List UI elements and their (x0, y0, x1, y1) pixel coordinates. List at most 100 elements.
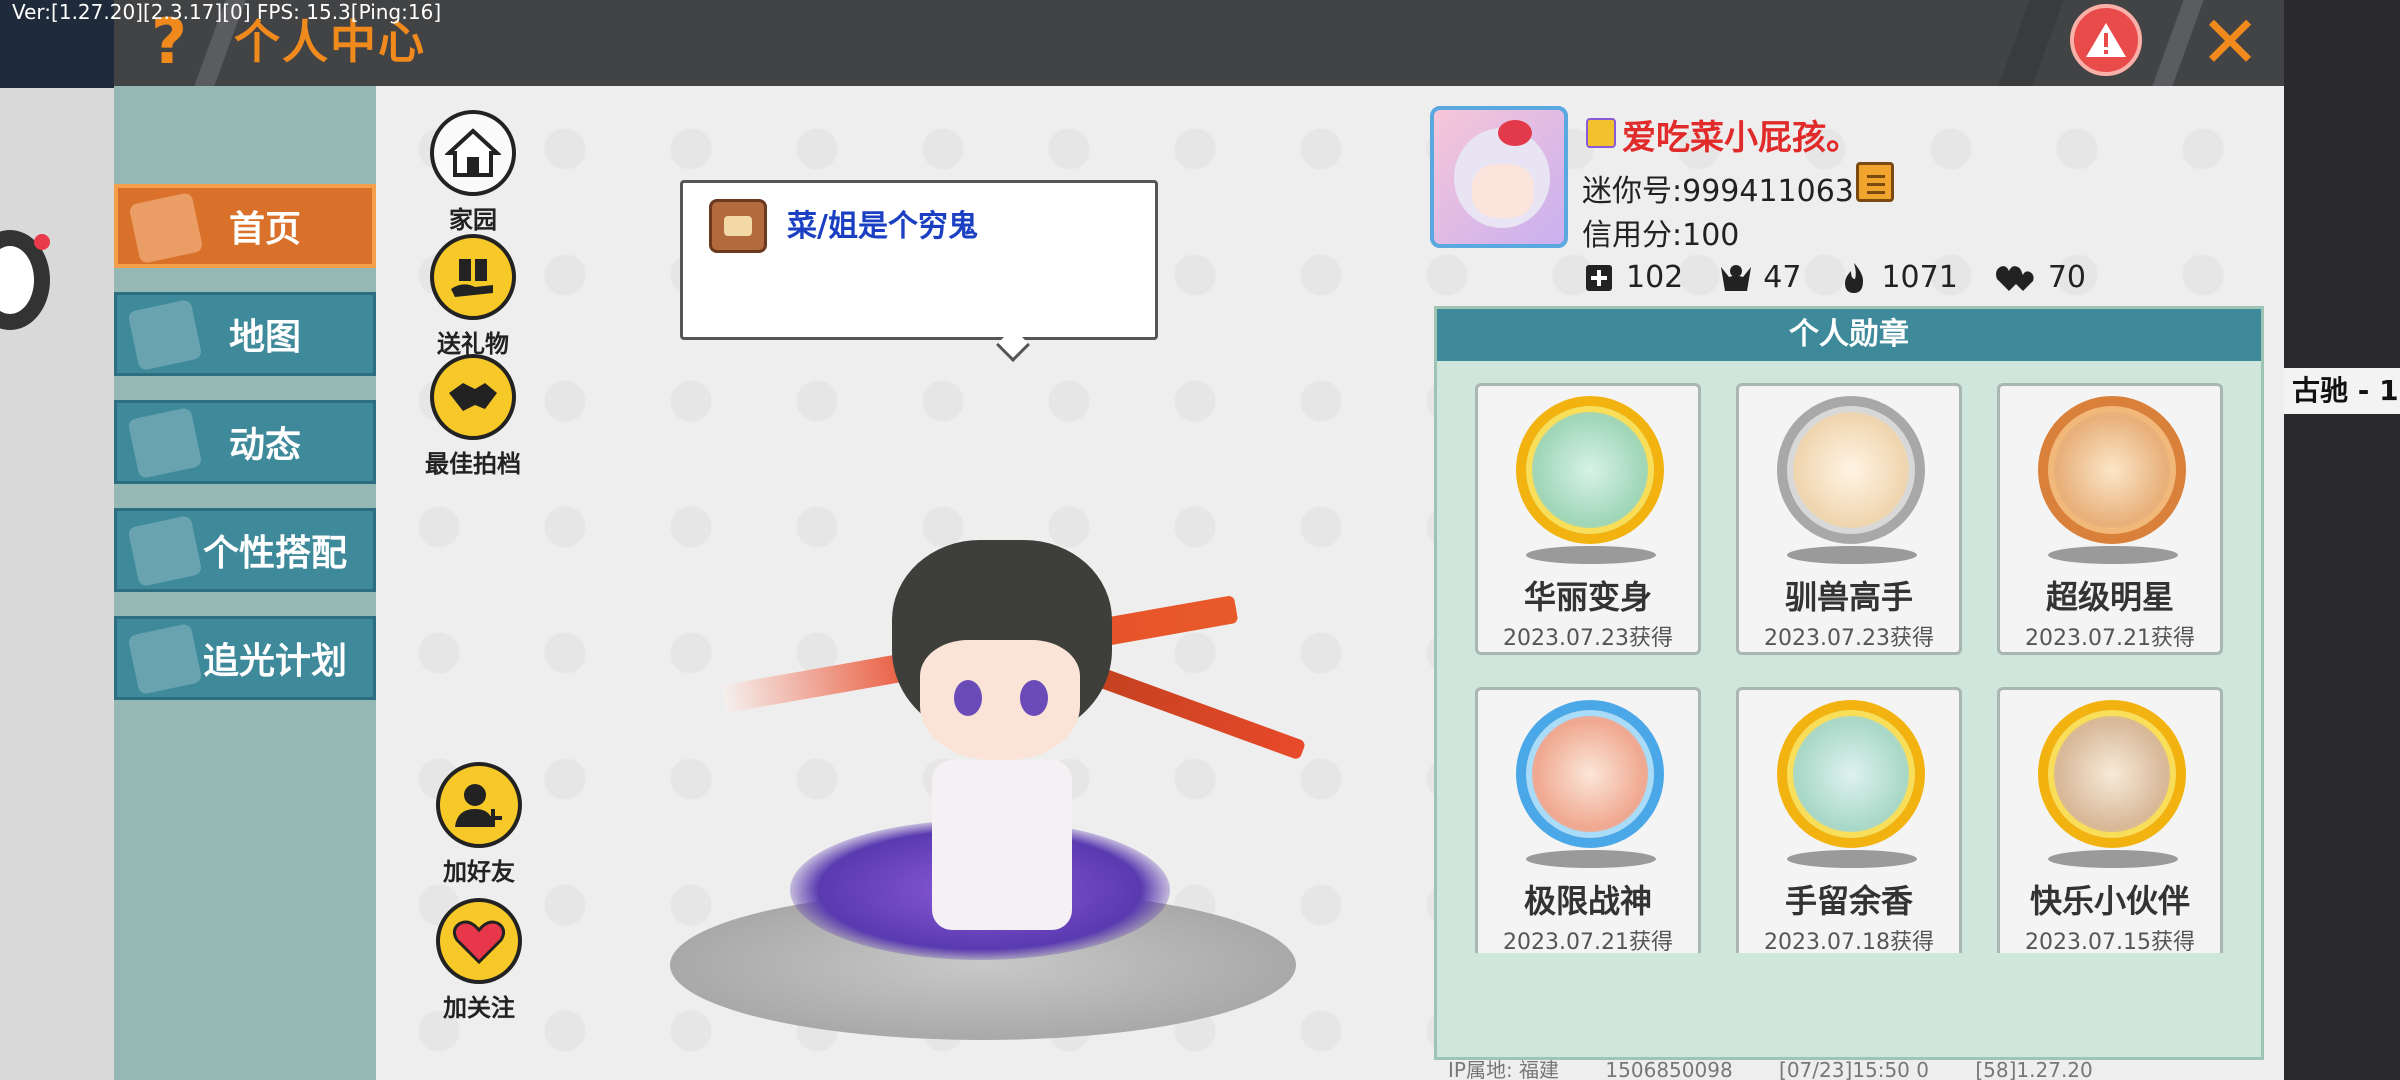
user-uid: 1506850098 (1605, 1058, 1733, 1080)
medal-name: 极限战神 (1523, 882, 1652, 920)
add-friend-label: 加好友 (443, 858, 515, 886)
avatar-eye (954, 680, 982, 716)
credit-score: 信用分:100 (1582, 218, 1740, 253)
sidebar-item-label: 追光计划 (202, 641, 347, 682)
medal-shadow (2048, 546, 2178, 564)
avatar-face (920, 640, 1080, 760)
avatar-body (932, 760, 1072, 930)
character-icon (127, 515, 203, 587)
stat-trophy: 47 (1719, 260, 1801, 295)
medal-card[interactable]: 极限战神 2023.07.21获得 (1475, 687, 1701, 953)
build-info: [58]1.27.20 (1975, 1058, 2093, 1080)
follow-button[interactable]: 加关注 (414, 898, 544, 1023)
medal-shadow (1526, 850, 1656, 868)
title-divider (1998, 0, 2064, 86)
footer-info: IP属地: 福建 1506850098 [07/23]15:50 0 [58]1… (1448, 1054, 2133, 1080)
background-left (0, 0, 114, 1080)
sidebar-item-chase-light[interactable]: 追光计划 (114, 616, 376, 700)
sidebar-item-label: 首页 (228, 209, 301, 250)
background-right: 古驰 - 11: (2284, 0, 2400, 1080)
hearts-icon (1994, 261, 2038, 295)
medal-icon (1777, 396, 1925, 544)
handshake-icon-glyph (449, 383, 497, 411)
sidebar-item-map[interactable]: 地图 (114, 292, 376, 376)
debug-version-line: Ver:[1.27.20][2.3.17][0] FPS: 15.3[Ping:… (12, 0, 442, 24)
plus-box-icon (1582, 261, 1616, 295)
medal-date: 2023.07.23获得 (1764, 626, 1934, 651)
medal-name: 快乐小伙伴 (2029, 882, 2190, 920)
home-label: 家园 (449, 206, 497, 234)
add-friend-button[interactable]: 加好友 (414, 762, 544, 887)
medal-card[interactable]: 华丽变身 2023.07.23获得 (1475, 383, 1701, 655)
gift-hand-icon (430, 234, 516, 320)
medal-date: 2023.07.21获得 (1503, 930, 1673, 953)
home-button[interactable]: 家园 (408, 110, 538, 235)
stat-value: 1071 (1881, 260, 1958, 295)
medal-shadow (1787, 850, 1917, 868)
medal-grid: 华丽变身 2023.07.23获得 驯兽高手 2023.07.23获得 超级明星… (1475, 383, 2235, 953)
medal-date: 2023.07.23获得 (1503, 626, 1673, 651)
bag-icon (709, 199, 767, 253)
notification-dot (34, 234, 50, 250)
medal-card[interactable]: 驯兽高手 2023.07.23获得 (1736, 383, 1962, 655)
medal-name: 手留余香 (1784, 882, 1913, 920)
player-avatar-3d[interactable] (670, 500, 1310, 1060)
profile-stats: 102 47 1071 70 (1582, 260, 2122, 295)
stat-plus: 102 (1582, 260, 1683, 295)
medals-title: 个人勋章 (1437, 309, 2261, 361)
avatar-eye (1020, 680, 1048, 716)
sidebar: 首页 地图 动态 个性搭配 追光计划 (114, 86, 376, 1080)
gift-hand-icon-glyph (451, 259, 493, 297)
player-nickname: 爱吃菜小屁孩。 (1622, 118, 1860, 158)
image-icon (127, 299, 203, 371)
ip-location: IP属地: 福建 (1448, 1058, 1560, 1080)
stat-hearts: 70 (1994, 260, 2086, 295)
avatar-bow (1498, 120, 1532, 146)
warning-icon[interactable] (2070, 4, 2142, 76)
sidebar-item-activity[interactable]: 动态 (114, 400, 376, 484)
heart-icon-glyph (452, 920, 506, 965)
speech-bubble-text: 菜/姐是个穷鬼 (787, 209, 978, 244)
vip-badge-icon (1586, 118, 1616, 148)
bell-icon (127, 407, 203, 479)
stat-value: 70 (2047, 260, 2086, 295)
medal-card[interactable]: 手留余香 2023.07.18获得 (1736, 687, 1962, 953)
copy-icon[interactable] (1856, 162, 1894, 202)
medal-icon (2038, 700, 2186, 848)
close-x-icon[interactable]: ✕ (2194, 4, 2266, 80)
sidebar-item-label: 地图 (228, 317, 301, 358)
medal-icon (1777, 700, 1925, 848)
mini-id: 迷你号:999411063 (1582, 174, 1854, 209)
sidebar-item-label: 动态 (228, 425, 301, 466)
send-gift-button[interactable]: 送礼物 (408, 234, 538, 359)
medal-date: 2023.07.15获得 (2025, 930, 2195, 953)
video-icon (127, 623, 203, 695)
medal-card[interactable]: 快乐小伙伴 2023.07.15获得 (1997, 687, 2223, 953)
medal-icon (1516, 396, 1664, 544)
medal-date: 2023.07.18获得 (1764, 930, 1934, 953)
avatar-face (1472, 164, 1534, 218)
medals-panel: 个人勋章 华丽变身 2023.07.23获得 驯兽高手 2023.07.23获得… (1434, 306, 2264, 1060)
follow-label: 加关注 (443, 994, 515, 1022)
warning-icon-glyph (2086, 23, 2126, 57)
best-partner-label: 最佳拍档 (425, 450, 521, 478)
medal-name: 华丽变身 (1523, 578, 1652, 616)
medal-shadow (1526, 546, 1656, 564)
session-info: [07/23]15:50 0 (1779, 1058, 1929, 1080)
sidebar-item-home[interactable]: 首页 (114, 184, 376, 268)
background-tag: 古驰 - 11: (2284, 368, 2400, 414)
add-user-icon-glyph (455, 784, 502, 827)
medal-icon (1516, 700, 1664, 848)
medal-card[interactable]: 超级明星 2023.07.21获得 (1997, 383, 2223, 655)
sidebar-item-outfit[interactable]: 个性搭配 (114, 508, 376, 592)
sidebar-item-label: 个性搭配 (202, 533, 347, 574)
flame-icon (1837, 261, 1871, 295)
stat-flame: 1071 (1837, 260, 1958, 295)
medal-icon (2038, 396, 2186, 544)
house-icon (430, 110, 516, 196)
avatar[interactable] (1430, 106, 1568, 248)
speech-bubble: 菜/姐是个穷鬼 (680, 180, 1158, 362)
best-partner-button[interactable]: 最佳拍档 (408, 354, 538, 479)
handshake-icon (430, 354, 516, 440)
add-user-icon (436, 762, 522, 848)
